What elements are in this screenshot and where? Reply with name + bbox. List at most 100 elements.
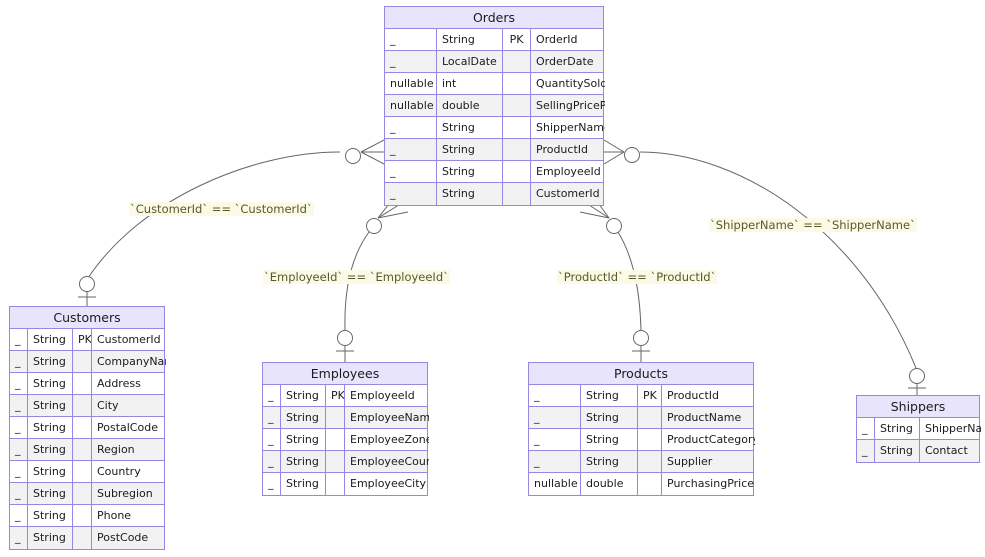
column-name: ProductName (667, 411, 742, 424)
column-type: String (581, 451, 638, 472)
column-key (503, 95, 531, 116)
column-nullable: _ (529, 407, 581, 428)
entity-row[interactable]: _ String PK CustomerId (10, 329, 164, 351)
column-nullable: _ (10, 417, 28, 438)
entity-orders[interactable]: Orders _ String PK OrderId _ LocalDate OrderDat… (384, 6, 605, 206)
column-nullable: _ (529, 451, 581, 472)
column-key (73, 505, 92, 526)
column-nullable: _ (10, 527, 28, 549)
entity-row[interactable]: _ String Phone (10, 505, 164, 527)
column-type: String (28, 439, 73, 460)
column-name: EmployeeName (350, 411, 429, 424)
column-name: CompanyName (97, 355, 166, 368)
column-name: Subregion (97, 487, 153, 500)
column-type: String (28, 483, 73, 504)
column-name: Address (97, 377, 141, 390)
column-key (638, 473, 662, 495)
entity-row[interactable]: _ String Address (10, 373, 164, 395)
entity-row[interactable]: _ LocalDate OrderDate (385, 51, 603, 73)
relationship-label-rel-products: `ProductId` == `ProductId` (557, 270, 718, 284)
entity-title-products: Products (529, 363, 753, 385)
column-key (503, 51, 531, 72)
column-type: String (581, 385, 638, 406)
column-name: CustomerId (536, 187, 600, 200)
crowsfoot-orders-customers (345, 139, 385, 165)
entity-row[interactable]: _ String EmployeeId (385, 161, 603, 183)
entity-row[interactable]: nullabledouble PurchasingPricePerUnit (529, 473, 755, 495)
erd-canvas: Orders _ String PK OrderId _ LocalDate OrderDat… (0, 0, 985, 557)
column-key: PK (326, 385, 345, 406)
column-name: Country (97, 465, 141, 478)
column-name: SellingPricePerUnit (536, 99, 605, 112)
entity-row[interactable]: nullable int QuantitySold (385, 73, 605, 95)
entity-row[interactable]: _ String Region (10, 439, 164, 461)
column-nullable: _ (263, 429, 281, 450)
crowsfoot-orders-shippers (603, 139, 640, 165)
column-key (73, 527, 92, 549)
column-name: Contact (925, 444, 968, 457)
column-key: PK (638, 385, 662, 406)
entity-products[interactable]: Products _ String PK ProductId _ String Product… (528, 362, 755, 496)
column-key (73, 439, 92, 460)
column-type: String (281, 385, 326, 406)
column-type: String (875, 418, 920, 439)
entity-row[interactable]: _ String CustomerId (385, 183, 603, 205)
column-type: LocalDate (437, 51, 503, 72)
entity-row[interactable]: _ String EmployeeName (263, 407, 429, 429)
column-type: String (281, 451, 326, 472)
column-nullable: _ (10, 395, 28, 416)
entity-row[interactable]: _ String City (10, 395, 164, 417)
column-type: String (581, 407, 638, 428)
entity-row[interactable]: _ String PostCode (10, 527, 164, 549)
column-name: CustomerId (97, 333, 161, 346)
entity-row[interactable]: _ String ProductName (529, 407, 753, 429)
column-nullable: _ (385, 29, 437, 50)
column-key (503, 73, 531, 94)
entity-title-customers: Customers (10, 307, 164, 329)
column-nullable: nullable (385, 95, 437, 116)
column-name: Supplier (667, 455, 713, 468)
entity-row[interactable]: _ String ProductId (385, 139, 603, 161)
column-type: String (28, 329, 73, 350)
entity-employees[interactable]: Employees _ String PK EmployeeId _ String Emplo… (262, 362, 429, 496)
column-name: Region (97, 443, 135, 456)
column-name: ProductCategory (667, 433, 755, 446)
entity-row[interactable]: _ String Country (10, 461, 164, 483)
entity-row[interactable]: _String EmployeeCountry (263, 451, 429, 473)
column-type: String (28, 527, 73, 549)
column-type: String (28, 505, 73, 526)
entity-row[interactable]: _ String PostalCode (10, 417, 164, 439)
column-nullable: _ (10, 329, 28, 350)
relationship-label-rel-customers: `CustomerId` == `CustomerId` (129, 202, 314, 216)
entity-row[interactable]: _ String Contact (857, 440, 979, 462)
column-key (73, 417, 92, 438)
entity-row[interactable]: _ String Subregion (10, 483, 164, 505)
entity-customers[interactable]: Customers _ String PK CustomerId _ String Compa… (9, 306, 166, 550)
entity-row[interactable]: _ String EmployeeZone (263, 429, 429, 451)
column-nullable: _ (10, 483, 28, 504)
entity-row[interactable]: _ String EmployeeCity (263, 473, 427, 495)
column-type: String (281, 429, 326, 450)
column-type: String (437, 161, 503, 182)
column-nullable: _ (385, 161, 437, 182)
column-name: ProductId (667, 389, 719, 402)
entity-row[interactable]: _ String PK OrderId (385, 29, 603, 51)
entity-row[interactable]: _ String Supplier (529, 451, 753, 473)
entity-row[interactable]: _ String ProductCategory (529, 429, 755, 451)
column-name: ShipperName (536, 121, 605, 134)
entity-row[interactable]: _String CompanyName (10, 351, 166, 373)
entity-row[interactable]: nullabledouble SellingPricePerUnit (385, 95, 605, 117)
entity-shippers[interactable]: Shippers_StringShipperName_StringContact (856, 395, 981, 463)
column-nullable: _ (385, 139, 437, 160)
column-name: OrderId (536, 33, 578, 46)
entity-row[interactable]: _ String PK ProductId (529, 385, 753, 407)
column-nullable: _ (10, 505, 28, 526)
entity-row[interactable]: _String ShipperName (857, 418, 981, 440)
entity-row[interactable]: _String ShipperName (385, 117, 605, 139)
column-name: City (97, 399, 119, 412)
zeroorone-employees (336, 330, 354, 362)
column-type: String (281, 407, 326, 428)
column-nullable: _ (385, 183, 437, 205)
column-type: int (437, 73, 503, 94)
entity-row[interactable]: _ String PK EmployeeId (263, 385, 427, 407)
